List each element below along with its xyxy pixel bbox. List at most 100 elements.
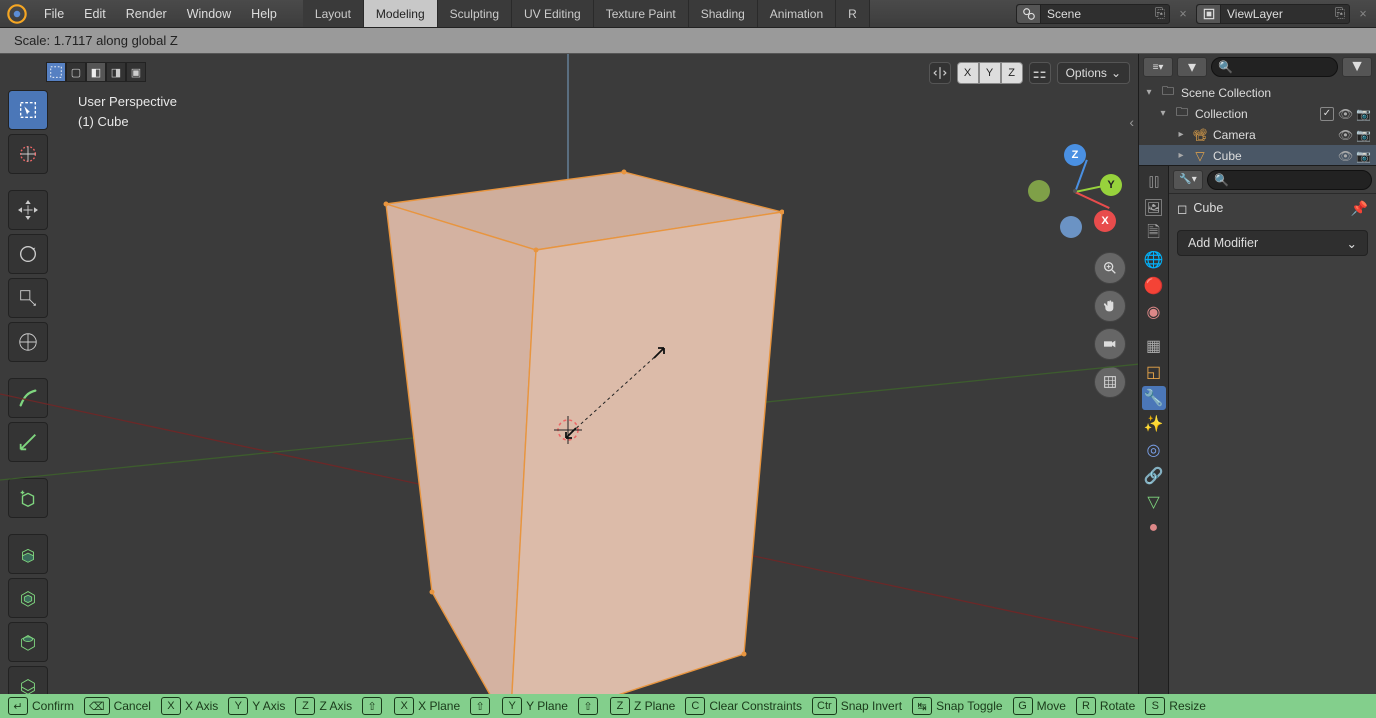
- gizmo-y-axis[interactable]: Y: [1100, 174, 1122, 196]
- chevron-down-icon: ⌄: [1111, 66, 1121, 80]
- add-modifier-button[interactable]: Add Modifier ⌄: [1177, 230, 1368, 256]
- render-properties-tab[interactable]: [1142, 170, 1166, 194]
- workspace-tab-layout[interactable]: Layout: [303, 0, 364, 27]
- menu-edit[interactable]: Edit: [74, 0, 116, 27]
- scene-properties-tab[interactable]: 🌐: [1142, 248, 1166, 272]
- outliner-display-mode-button[interactable]: ≡▾: [1143, 57, 1173, 77]
- outliner-filter-button[interactable]: ▾: [1177, 57, 1207, 77]
- particle-properties-tab[interactable]: ✨: [1142, 412, 1166, 436]
- modifier-properties-tab[interactable]: 🔧: [1142, 386, 1166, 410]
- properties-search-input[interactable]: [1233, 174, 1365, 186]
- 3d-viewport[interactable]: ▢ ◧ ◨ ▣ X Y Z ⚏ Options⌄ ‹ User Perspect…: [0, 54, 1138, 694]
- properties-editor-type-button[interactable]: 🔧▾: [1173, 170, 1203, 190]
- eye-icon[interactable]: 👁: [1338, 128, 1352, 142]
- collection-enable-checkbox[interactable]: ✓: [1320, 107, 1334, 121]
- select-mode-5-icon[interactable]: ▣: [126, 62, 146, 82]
- extrude-region-tool[interactable]: [8, 534, 48, 574]
- inset-faces-tool[interactable]: [8, 578, 48, 618]
- viewlayer-delete-icon[interactable]: ×: [1354, 4, 1372, 24]
- workspace-tab-shading[interactable]: Shading: [689, 0, 758, 27]
- annotate-tool[interactable]: [8, 378, 48, 418]
- auto-merge-icon[interactable]: ⚏: [1029, 62, 1051, 84]
- outliner-row-scene-collection[interactable]: ▾ 🗀 Scene Collection: [1139, 82, 1376, 103]
- gizmo-z-axis[interactable]: Z: [1064, 144, 1086, 166]
- cursor-tool[interactable]: [8, 134, 48, 174]
- vertex-select-icon[interactable]: [46, 62, 66, 82]
- axis-x-button[interactable]: X: [957, 62, 979, 84]
- new-viewlayer-icon[interactable]: ⎘: [1331, 5, 1349, 23]
- constraint-properties-tab[interactable]: 🔗: [1142, 464, 1166, 488]
- viewlayer-name-input[interactable]: [1221, 7, 1331, 21]
- physics-properties-tab[interactable]: ◎: [1142, 438, 1166, 462]
- viewlayer-properties-tab[interactable]: 🗎: [1142, 222, 1166, 246]
- properties-search[interactable]: 🔍: [1207, 170, 1372, 190]
- workspace-tab-rendering-truncated[interactable]: R: [836, 0, 870, 27]
- select-mode-4-icon[interactable]: ◨: [106, 62, 126, 82]
- face-select-icon[interactable]: ◧: [86, 62, 106, 82]
- outliner-search[interactable]: 🔍: [1211, 57, 1338, 77]
- camera-small-icon[interactable]: 📷: [1356, 149, 1370, 163]
- eye-icon[interactable]: 👁: [1338, 149, 1352, 163]
- world-properties-tab[interactable]: 🔴: [1142, 274, 1166, 298]
- material-properties-tab[interactable]: ●: [1142, 516, 1166, 540]
- pan-hand-icon[interactable]: [1094, 290, 1126, 322]
- camera-small-icon[interactable]: 📷: [1356, 107, 1370, 121]
- axis-y-button[interactable]: Y: [979, 62, 1001, 84]
- transform-tool[interactable]: [8, 322, 48, 362]
- new-scene-icon[interactable]: ⎘: [1151, 5, 1169, 23]
- axis-lock-buttons: X Y Z: [957, 62, 1023, 84]
- camera-view-icon[interactable]: [1094, 328, 1126, 360]
- workspace-tab-modeling[interactable]: Modeling: [364, 0, 438, 27]
- outliner-search-input[interactable]: [1237, 61, 1331, 73]
- bevel-tool[interactable]: [8, 622, 48, 662]
- navigation-gizmo[interactable]: Z Y X: [1028, 144, 1122, 238]
- outliner-row-camera[interactable]: ▸ 📽 Camera 👁📷: [1139, 124, 1376, 145]
- sidebar-toggle-icon[interactable]: ‹: [1129, 114, 1134, 130]
- key-c: C: [685, 697, 705, 715]
- object-properties-tab[interactable]: ▦: [1142, 334, 1166, 358]
- ortho-toggle-icon[interactable]: [1094, 366, 1126, 398]
- menu-render[interactable]: Render: [116, 0, 177, 27]
- workspace-tab-animation[interactable]: Animation: [758, 0, 836, 27]
- scene-delete-icon[interactable]: ×: [1174, 4, 1192, 24]
- workspace-tab-uv-editing[interactable]: UV Editing: [512, 0, 594, 27]
- pin-icon[interactable]: 📌: [1351, 200, 1368, 217]
- scene-name-input[interactable]: [1041, 7, 1151, 21]
- outliner-row-cube[interactable]: ▸ ▽ Cube 👁📷: [1139, 145, 1376, 165]
- outliner-filter-funnel-button[interactable]: ▼: [1342, 57, 1372, 77]
- scene-selector[interactable]: ⎘: [1016, 4, 1170, 24]
- collection-properties-tab[interactable]: ◉: [1142, 300, 1166, 324]
- workspace-tab-sculpting[interactable]: Sculpting: [438, 0, 512, 27]
- blender-logo-icon: [4, 1, 30, 27]
- workspace-tab-texture-paint[interactable]: Texture Paint: [594, 0, 689, 27]
- select-box-tool[interactable]: [8, 90, 48, 130]
- key-tab: ↹: [912, 697, 932, 715]
- eye-icon[interactable]: 👁: [1338, 107, 1352, 121]
- gizmo-neg-y[interactable]: [1028, 180, 1050, 202]
- rotate-tool[interactable]: [8, 234, 48, 274]
- outliner-row-collection[interactable]: ▾ 🗀 Collection ✓ 👁📷: [1139, 103, 1376, 124]
- add-modifier-label: Add Modifier: [1188, 236, 1258, 250]
- viewport-options-button[interactable]: Options⌄: [1057, 62, 1130, 84]
- viewlayer-selector[interactable]: ⎘: [1196, 4, 1350, 24]
- add-cube-tool[interactable]: [8, 478, 48, 518]
- top-menu-bar: File Edit Render Window Help Layout Mode…: [0, 0, 1376, 28]
- axis-z-button[interactable]: Z: [1001, 62, 1023, 84]
- gizmo-neg-z[interactable]: [1060, 216, 1082, 238]
- menu-help[interactable]: Help: [241, 0, 287, 27]
- edge-select-icon[interactable]: ▢: [66, 62, 86, 82]
- menu-window[interactable]: Window: [177, 0, 241, 27]
- camera-small-icon[interactable]: 📷: [1356, 128, 1370, 142]
- measure-tool[interactable]: [8, 422, 48, 462]
- output-properties-tab[interactable]: 🖼: [1142, 196, 1166, 220]
- mesh-data-tab[interactable]: ▽: [1142, 490, 1166, 514]
- loop-cut-tool[interactable]: [8, 666, 48, 694]
- gizmo-x-axis[interactable]: X: [1094, 210, 1116, 232]
- zoom-icon[interactable]: [1094, 252, 1126, 284]
- move-tool[interactable]: [8, 190, 48, 230]
- outliner-tree[interactable]: ▾ 🗀 Scene Collection ▾ 🗀 Collection ✓ 👁📷…: [1139, 80, 1376, 165]
- object-rel-tab[interactable]: ◱: [1142, 360, 1166, 384]
- menu-file[interactable]: File: [34, 0, 74, 27]
- scale-tool[interactable]: [8, 278, 48, 318]
- mirror-icon[interactable]: [929, 62, 951, 84]
